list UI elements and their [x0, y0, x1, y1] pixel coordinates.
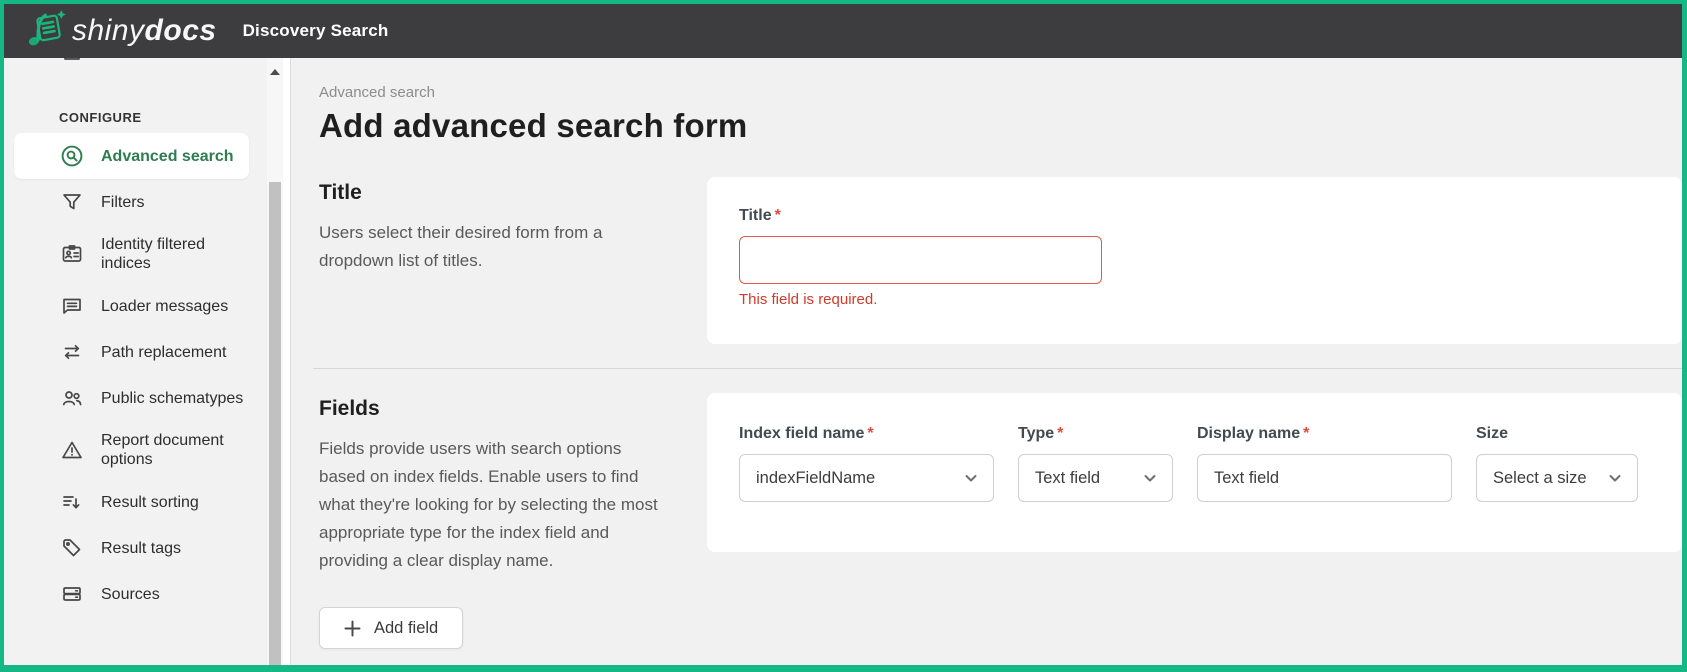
sidebar-item-result-tags[interactable]: Result tags	[4, 525, 267, 571]
app-window: shinydocs Discovery Search CONFIGURE Adv…	[0, 0, 1687, 672]
sidebar-item-advanced-search[interactable]: Advanced search	[14, 133, 249, 179]
sidebar-item-sources[interactable]: Sources	[4, 571, 267, 617]
fields-section-heading: Fields	[319, 397, 707, 421]
shinydocs-logo: shinydocs	[26, 9, 217, 54]
display-name-input[interactable]	[1197, 454, 1452, 502]
sidebar-item-public-schematypes[interactable]: Public schematypes	[4, 375, 267, 421]
title-field-label: Title*	[739, 207, 1650, 225]
fields-section: Fields Fields provide users with search …	[319, 393, 1682, 575]
warning-triangle-icon	[59, 437, 85, 463]
tag-icon	[59, 535, 85, 561]
index-field-name-select[interactable]: indexFieldName	[739, 454, 994, 502]
sidebar-item-path-replacement[interactable]: Path replacement	[4, 329, 267, 375]
scrollbar-up-button[interactable]	[267, 58, 283, 86]
breadcrumb[interactable]: Advanced search	[319, 84, 1682, 101]
swap-arrows-icon	[59, 339, 85, 365]
index-field-name-label: Index field name*	[739, 425, 994, 443]
search-circle-icon	[59, 143, 85, 169]
required-asterisk: *	[775, 207, 781, 224]
scrollbar-thumb[interactable]	[269, 182, 281, 665]
sidebar-main-divider	[283, 58, 291, 665]
sidebar-item-clipped[interactable]	[4, 58, 267, 74]
fields-section-description: Fields provide users with search options…	[319, 435, 667, 575]
sidebar-item-report-document-options[interactable]: Report document options	[4, 421, 267, 479]
title-section-description: Users select their desired form from a d…	[319, 219, 667, 275]
type-label: Type*	[1018, 425, 1173, 443]
sidebar-scrollbar[interactable]	[267, 58, 283, 665]
shinydocs-logo-icon	[26, 9, 68, 54]
sidebar-section-label: CONFIGURE	[59, 110, 267, 125]
chevron-down-icon	[963, 470, 979, 486]
field-group-display-name: Display name*	[1197, 425, 1452, 502]
plus-icon	[344, 620, 361, 637]
message-bubble-icon	[59, 293, 85, 319]
sidebar-item-identity-filtered-indices[interactable]: Identity filtered indices	[4, 225, 267, 283]
required-asterisk: *	[867, 425, 873, 442]
type-select[interactable]: Text field	[1018, 454, 1173, 502]
required-asterisk: *	[1303, 425, 1309, 442]
title-section-heading: Title	[319, 181, 707, 205]
required-asterisk: *	[1057, 425, 1063, 442]
sidebar-item-filters[interactable]: Filters	[4, 179, 267, 225]
sidebar-item-loader-messages[interactable]: Loader messages	[4, 283, 267, 329]
field-group-size: Size Select a size	[1476, 425, 1638, 502]
chevron-down-icon	[1607, 470, 1623, 486]
chevron-down-icon	[1142, 470, 1158, 486]
sidebar-item-result-sorting[interactable]: Result sorting	[4, 479, 267, 525]
add-field-button[interactable]: Add field	[319, 607, 463, 649]
sort-lines-icon	[59, 489, 85, 515]
page-title: Add advanced search form	[319, 107, 1682, 145]
main-content: Advanced search Add advanced search form…	[291, 58, 1682, 665]
app-title: Discovery Search	[243, 21, 389, 41]
clipped-icon	[59, 58, 85, 64]
funnel-icon	[59, 189, 85, 215]
title-error-message: This field is required.	[739, 291, 1650, 308]
app-header: shinydocs Discovery Search	[4, 4, 1682, 58]
id-badge-icon	[59, 241, 85, 267]
fields-form-card: Index field name* indexFieldName Type* T…	[707, 393, 1682, 552]
size-select[interactable]: Select a size	[1476, 454, 1638, 502]
display-name-label: Display name*	[1197, 425, 1452, 443]
size-label: Size	[1476, 425, 1638, 443]
title-section: Title Users select their desired form fr…	[319, 177, 1682, 344]
sidebar-nav: CONFIGURE Advanced search Filters Identi…	[4, 58, 267, 665]
title-input[interactable]	[739, 236, 1102, 284]
field-group-type: Type* Text field	[1018, 425, 1173, 502]
scroll-up-arrow-icon	[270, 69, 280, 75]
database-icon	[59, 581, 85, 607]
section-divider	[313, 368, 1682, 369]
brand-wordmark: shinydocs	[72, 14, 217, 48]
title-form-card: Title* This field is required.	[707, 177, 1682, 344]
people-icon	[59, 385, 85, 411]
field-group-index-field-name: Index field name* indexFieldName	[739, 425, 994, 502]
